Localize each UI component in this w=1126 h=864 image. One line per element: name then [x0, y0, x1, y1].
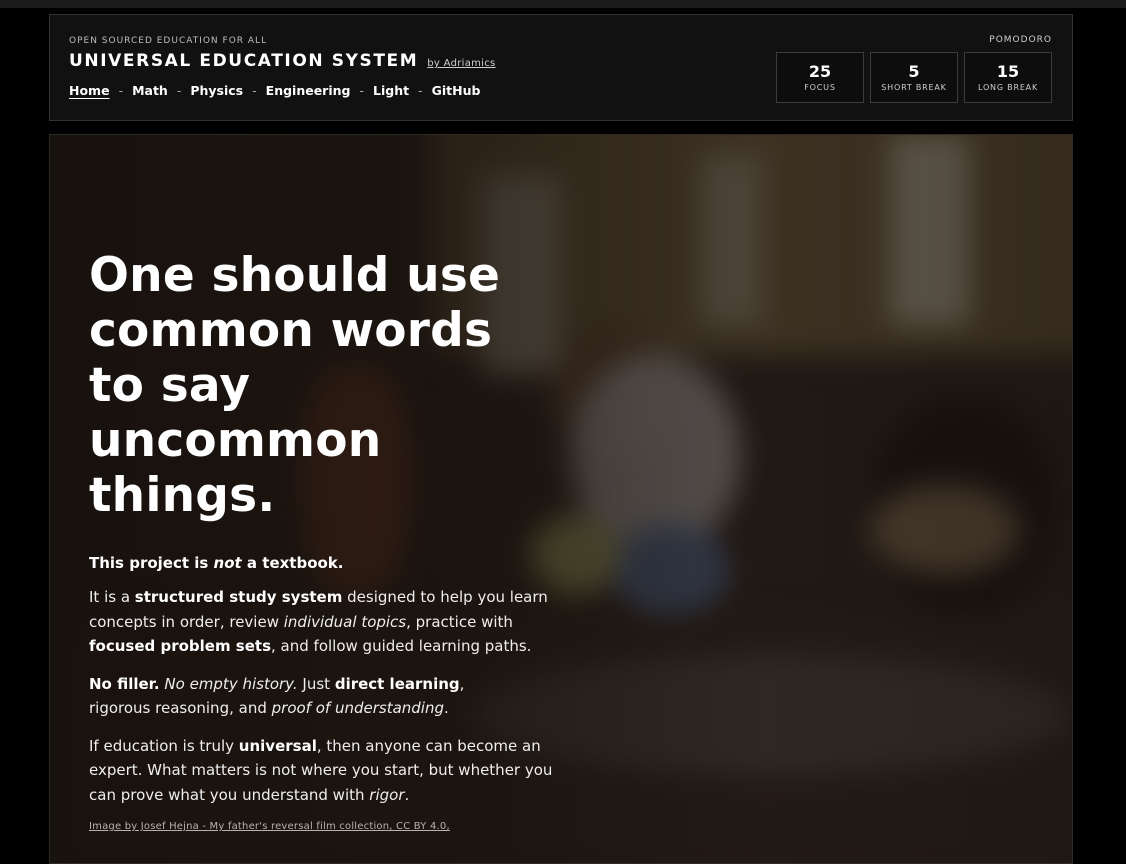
lead-emphasis: not: [213, 554, 242, 572]
timer-minutes: 25: [808, 62, 832, 81]
brand: UNIVERSAL EDUCATION SYSTEM by Adriamics: [69, 51, 496, 71]
italic-text: individual topics: [283, 612, 407, 631]
text: If education is truly: [89, 736, 239, 755]
nav-light-theme[interactable]: Light: [373, 83, 409, 98]
timer-caption: LONG BREAK: [977, 83, 1038, 92]
text: It is a: [89, 588, 135, 606]
pomodoro-long-break-button[interactable]: 15 LONG BREAK: [964, 52, 1052, 103]
hero-paragraph-2: No filler. No empty history. Just direct…: [89, 672, 559, 721]
timer-caption: FOCUS: [804, 83, 836, 92]
nav-separator: -: [359, 83, 364, 98]
bold-text: structured study system: [134, 588, 343, 606]
lead-text: a textbook.: [241, 554, 344, 572]
image-credit-link[interactable]: Image by Josef Hejna - My father's rever…: [89, 821, 569, 832]
nav-github[interactable]: GitHub: [432, 83, 481, 98]
hero-quote: One should use common words to say uncom…: [89, 248, 501, 523]
nav-home[interactable]: Home: [69, 83, 110, 98]
text: .: [404, 785, 410, 804]
nav-physics[interactable]: Physics: [190, 83, 243, 98]
hero-paragraph-1: It is a structured study system designed…: [89, 585, 559, 659]
nav-separator: -: [176, 83, 182, 98]
nav-separator: -: [252, 83, 257, 98]
italic-text: proof of understanding: [271, 699, 444, 717]
main-nav: Home - Math - Physics - Engineering - Li…: [69, 83, 480, 98]
nav-math[interactable]: Math: [132, 83, 168, 98]
pomodoro-short-break-button[interactable]: 5 SHORT BREAK: [870, 52, 958, 103]
hero-lead: This project is not a textbook.: [89, 554, 569, 572]
text: Just: [297, 674, 335, 693]
text: , and follow guided learning paths.: [271, 637, 532, 655]
pomodoro-focus-button[interactable]: 25 FOCUS: [776, 52, 864, 103]
nav-separator: -: [118, 83, 124, 98]
text: , practice with: [406, 612, 513, 631]
text: .: [444, 699, 449, 717]
timer-minutes: 5: [908, 62, 920, 81]
italic-text: No empty history.: [164, 674, 298, 693]
timer-minutes: 15: [996, 62, 1020, 81]
top-strip: [0, 0, 1126, 8]
pomodoro-label: POMODORO: [989, 35, 1052, 45]
text: rigorous reasoning, and: [89, 699, 272, 717]
hero-section: One should use common words to say uncom…: [49, 134, 1073, 864]
nav-separator: -: [418, 83, 423, 98]
site-header: OPEN SOURCED EDUCATION FOR ALL UNIVERSAL…: [49, 14, 1073, 121]
site-title[interactable]: UNIVERSAL EDUCATION SYSTEM: [69, 51, 418, 71]
timer-caption: SHORT BREAK: [881, 83, 947, 92]
italic-text: rigor: [369, 785, 405, 804]
bold-text: direct learning: [334, 674, 460, 693]
author-link[interactable]: by Adriamics: [427, 58, 495, 69]
lead-text: This project is: [89, 554, 214, 572]
hero-paragraph-3: If education is truly universal, then an…: [89, 734, 559, 808]
bold-text: focused problem sets: [89, 637, 272, 655]
bold-text: universal: [238, 736, 317, 755]
site-kicker: OPEN SOURCED EDUCATION FOR ALL: [69, 36, 268, 46]
bold-text: No filler.: [89, 674, 160, 693]
nav-engineering[interactable]: Engineering: [266, 83, 351, 98]
hero-content: One should use common words to say uncom…: [89, 248, 569, 832]
text: ,: [459, 674, 465, 693]
pomodoro-timers: 25 FOCUS 5 SHORT BREAK 15 LONG BREAK: [776, 52, 1052, 103]
